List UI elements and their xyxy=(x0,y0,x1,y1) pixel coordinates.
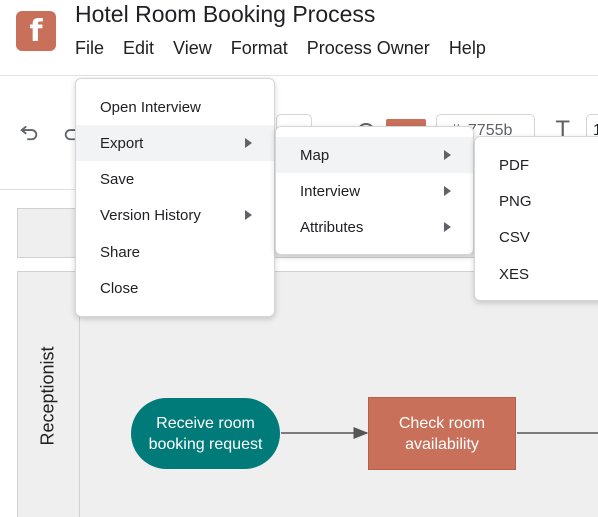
task-label: Check room availability xyxy=(398,414,486,453)
menu-view[interactable]: View xyxy=(173,38,212,59)
menu-item-label: CSV xyxy=(499,228,530,246)
menu-item-attributes[interactable]: Attributes xyxy=(276,209,473,245)
menu-item-label: Version History xyxy=(100,206,201,224)
menu-item-xes[interactable]: XES xyxy=(475,256,598,292)
menu-item-label: Interview xyxy=(300,182,361,200)
document-title[interactable]: Hotel Room Booking Process xyxy=(75,1,375,28)
lane-label[interactable]: Receptionist xyxy=(38,346,59,445)
map-export-submenu: PDF PNG CSV XES xyxy=(474,136,598,301)
menu-item-interview[interactable]: Interview xyxy=(276,173,473,209)
menu-item-label: Export xyxy=(100,134,144,152)
submenu-arrow-icon xyxy=(444,222,451,232)
menu-item-label: PNG xyxy=(499,192,532,210)
menu-item-label: PDF xyxy=(499,156,529,174)
menu-edit[interactable]: Edit xyxy=(123,38,154,59)
menu-item-png[interactable]: PNG xyxy=(475,183,598,219)
menu-item-save[interactable]: Save xyxy=(76,161,274,197)
menu-help[interactable]: Help xyxy=(449,38,486,59)
menu-item-label: XES xyxy=(499,265,530,283)
menu-item-label: Close xyxy=(100,279,139,297)
submenu-arrow-icon xyxy=(444,150,451,160)
menu-item-label: Save xyxy=(100,170,135,188)
menu-item-csv[interactable]: CSV xyxy=(475,219,598,255)
menu-item-label: Attributes xyxy=(300,218,364,236)
task-node[interactable]: Check room availability xyxy=(368,397,516,470)
menu-item-map[interactable]: Map xyxy=(276,137,473,173)
menu-item-share[interactable]: Share xyxy=(76,234,274,270)
menu-item-label: Map xyxy=(300,146,330,164)
menu-item-label: Share xyxy=(100,243,141,261)
menu-bar: File Edit View Format Process Owner Help xyxy=(75,38,486,59)
start-event-label: Receive room booking request xyxy=(148,414,263,453)
submenu-arrow-icon xyxy=(245,210,252,220)
menu-item-close[interactable]: Close xyxy=(76,270,274,306)
file-menu: Open Interview Export Save Version Histo… xyxy=(75,78,275,317)
menu-item-pdf[interactable]: PDF xyxy=(475,147,598,183)
start-event-node[interactable]: Receive room booking request xyxy=(131,398,280,469)
export-submenu: Map Interview Attributes xyxy=(275,126,474,255)
menu-item-open-interview[interactable]: Open Interview xyxy=(76,89,274,125)
app-logo[interactable]: f xyxy=(16,11,56,51)
menu-item-label: Open Interview xyxy=(100,98,201,116)
undo-icon[interactable] xyxy=(18,120,40,147)
app-logo-letter: f xyxy=(29,14,43,49)
menu-file[interactable]: File xyxy=(75,38,104,59)
menu-item-export[interactable]: Export xyxy=(76,125,274,161)
menu-item-version-history[interactable]: Version History xyxy=(76,197,274,233)
submenu-arrow-icon xyxy=(245,138,252,148)
menu-process-owner[interactable]: Process Owner xyxy=(307,38,430,59)
menu-format[interactable]: Format xyxy=(231,38,288,59)
submenu-arrow-icon xyxy=(444,186,451,196)
